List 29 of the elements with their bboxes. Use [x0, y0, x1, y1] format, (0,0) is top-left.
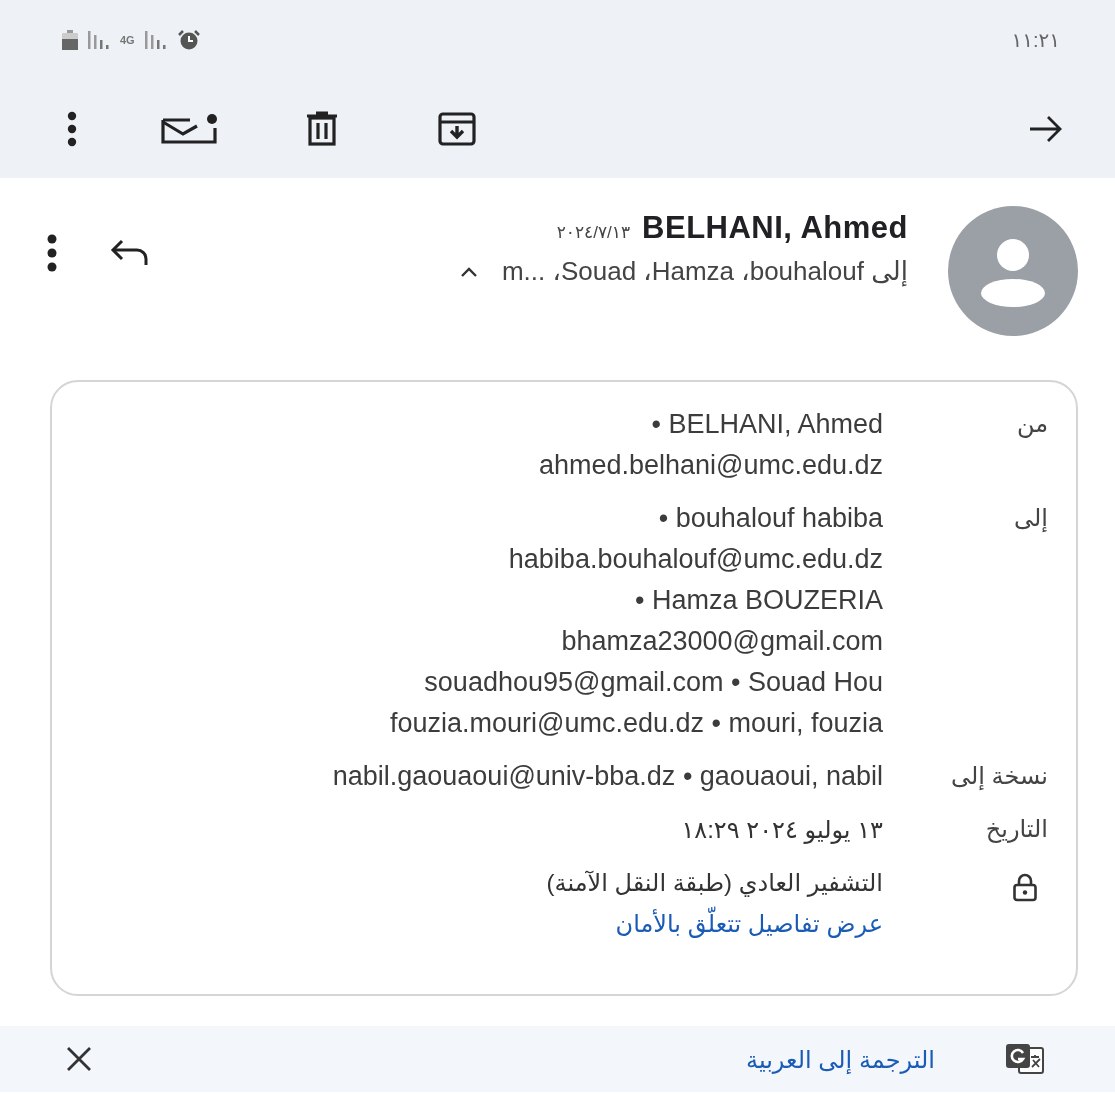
contact-text: • bouhalouf habiba [658, 502, 883, 535]
lock-icon [1012, 872, 1038, 902]
field-label: نسخة إلى [949, 761, 1048, 790]
alarm-icon [176, 29, 201, 51]
more-icon [66, 111, 78, 147]
date-text: ٢٠٢٤/٧/١٣ [556, 222, 631, 243]
translate-icon [1005, 1043, 1045, 1075]
signal-icon [88, 31, 110, 49]
more-icon [46, 234, 58, 272]
encryption-text: التشفير العادي (طبقة النقل الآمنة) [546, 868, 883, 899]
translate-link[interactable]: الترجمة إلى العربية [746, 1038, 935, 1080]
contact-text: nabil.gaouaoui@univ-bba.dz • gaouaoui, nabil [332, 760, 883, 793]
security-details-link[interactable]: عرض تفاصيل تتعلّق بالأمان [615, 903, 883, 944]
field-label: إلى [1013, 503, 1048, 532]
signal-icon [144, 31, 167, 49]
sender-name: BELHANI, Ahmed [642, 210, 908, 246]
clock-time: ١١:٢١ [1011, 28, 1060, 52]
contact-text: fouzia.mouri@umc.edu.dz • mouri, fouzia [389, 707, 883, 740]
battery-icon [62, 30, 78, 50]
contact-text: habiba.bouhalouf@umc.edu.dz [508, 543, 883, 576]
date-text: ١٣ يوليو ٢٠٢٤ ١٨:٢٩ [681, 815, 883, 846]
contact-text: ahmed.belhani@umc.edu.dz [538, 449, 883, 482]
contact-text: bhamza23000@gmail.com [561, 625, 883, 658]
field-label: من [1015, 409, 1048, 438]
contact-text: • BELHANI, Ahmed [651, 408, 883, 441]
field-label: التاريخ [984, 814, 1048, 843]
contact-text: souadhou95@gmail.com • Souad Hou [424, 666, 883, 699]
contact-text: • Hamza BOUZERIA [635, 584, 883, 617]
network-type-text: 4G [120, 34, 135, 46]
